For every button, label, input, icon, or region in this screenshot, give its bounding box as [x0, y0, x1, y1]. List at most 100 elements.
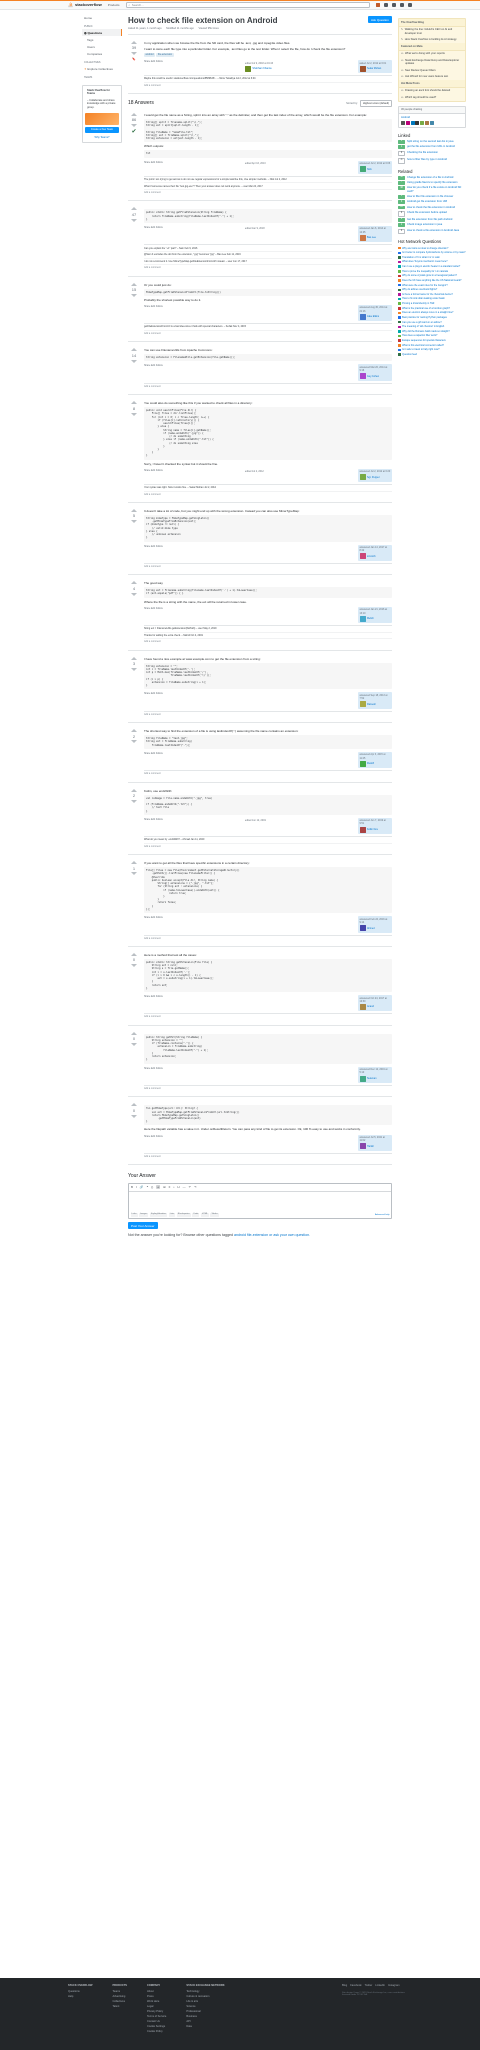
tag[interactable]: file-extension: [156, 52, 174, 58]
editor-tool-icon[interactable]: ↷: [194, 1185, 197, 1189]
social-link[interactable]: Facebook: [350, 1984, 361, 1988]
user-name[interactable]: Sekar Mohan: [367, 67, 381, 70]
footer-link[interactable]: Cookie Settings: [147, 2025, 166, 2029]
add-comment-link[interactable]: Add a comment: [144, 191, 392, 194]
advanced-help-link[interactable]: Advanced help: [375, 1214, 389, 1217]
hnq-link[interactable]: How does a capacitor filter work?: [402, 334, 437, 337]
linked-link[interactable]: Split string on the second last dot in j…: [407, 140, 453, 144]
downvote-icon[interactable]: [131, 1043, 137, 1047]
hnq-item[interactable]: Does an electron always move in a straig…: [398, 311, 466, 314]
related-link[interactable]: How to check the file extension in Andro…: [407, 206, 455, 210]
blog-item[interactable]: ▭ Which tag should be used?: [399, 94, 465, 101]
avatar[interactable]: [359, 760, 366, 767]
user-name[interactable]: Harish: [367, 1145, 374, 1148]
post-actions[interactable]: Share Edit Follow: [144, 226, 163, 229]
upvote-icon[interactable]: [131, 508, 137, 512]
avatar[interactable]: [415, 121, 420, 125]
user-name[interactable]: Rudolf: [367, 762, 374, 765]
hnq-link[interactable]: What does 'Soyons méchants' mean here?: [402, 260, 447, 263]
avatar[interactable]: [244, 65, 251, 72]
post-answer-button[interactable]: Post Your Answer: [128, 1222, 158, 1230]
hnq-item[interactable]: The meaning of 'old chestnut' in English: [398, 325, 466, 328]
hnq-item[interactable]: Question feed: [398, 353, 466, 356]
footer-link[interactable]: Teams: [112, 1990, 127, 1994]
related-item[interactable]: 38 How do you check if a file exists on A…: [398, 186, 466, 193]
hnq-item[interactable]: Why are trains so slow to change directi…: [398, 247, 466, 250]
hnq-item[interactable]: Why do some crystals grow in a hexagonal…: [398, 274, 466, 277]
editor-tool-icon[interactable]: ⊞: [163, 1185, 166, 1189]
upvote-icon[interactable]: [131, 656, 137, 660]
post-actions[interactable]: Share Edit Follow: [144, 995, 163, 998]
footer-link[interactable]: Work Here: [147, 2000, 166, 2004]
hnq-item[interactable]: How to fix sink drain leaking under basi…: [398, 297, 466, 300]
avatar[interactable]: [359, 166, 366, 173]
post-actions[interactable]: Share Edit Follow: [144, 1135, 163, 1138]
hnq-link[interactable]: What is this electrical connector called…: [402, 344, 444, 347]
ask-question-button[interactable]: Ask Question: [368, 16, 392, 24]
hnq-item[interactable]: What does 'Soyons méchants' mean here?: [398, 260, 466, 263]
editor-tool-icon[interactable]: 🖼: [156, 1185, 160, 1189]
why-teams-link[interactable]: Why Teams?: [85, 134, 119, 141]
user-name[interactable]: Guy Cohen: [367, 375, 379, 378]
add-comment-link[interactable]: Add a comment: [144, 640, 392, 643]
nav-tags[interactable]: Tags: [82, 36, 122, 43]
user-name[interactable]: Bao Lee: [367, 236, 376, 239]
hnq-item[interactable]: Best practice for naming Python packages: [398, 316, 466, 319]
related-item[interactable]: 3 Android get file extension from URI: [398, 200, 466, 204]
products-nav[interactable]: Products: [108, 3, 120, 7]
hnq-item[interactable]: Escape sequences for special characters: [398, 339, 466, 342]
nav-home[interactable]: Home: [82, 14, 122, 21]
avatar[interactable]: [359, 1075, 366, 1082]
avatar[interactable]: [359, 1003, 366, 1010]
downvote-icon[interactable]: [131, 799, 137, 803]
chat-room[interactable]: Android: [401, 116, 463, 120]
help-chip[interactable]: HTML: [200, 1212, 209, 1217]
social-link[interactable]: Instagram: [388, 1984, 400, 1988]
downvote-icon[interactable]: [131, 668, 137, 672]
ask-own-question-link[interactable]: or ask your own question.: [269, 1233, 310, 1237]
editor-tool-icon[interactable]: {}: [151, 1185, 153, 1189]
post-actions[interactable]: Share Edit Follow: [144, 161, 163, 164]
footer-link[interactable]: API: [186, 2020, 224, 2024]
downvote-icon[interactable]: [131, 740, 137, 744]
avatar[interactable]: [359, 313, 366, 320]
hnq-link[interactable]: Why did the Romans build roads so straig…: [402, 330, 450, 333]
tag[interactable]: android: [144, 52, 155, 58]
footer-link[interactable]: Talent: [112, 2005, 127, 2009]
footer-link[interactable]: About: [147, 1990, 166, 1994]
avatar[interactable]: [405, 121, 410, 125]
upvote-icon[interactable]: [131, 348, 137, 352]
editor-tool-icon[interactable]: B: [131, 1185, 133, 1189]
related-item[interactable]: 0 Check file extension before upload: [398, 210, 466, 217]
editor-tool-icon[interactable]: H: [177, 1185, 179, 1189]
upvote-icon[interactable]: [131, 729, 137, 733]
editor-tool-icon[interactable]: 🔗: [140, 1185, 144, 1189]
user-name[interactable]: Ahmed: [367, 927, 375, 930]
post-actions[interactable]: Share Edit Follow: [144, 1067, 163, 1070]
hnq-item[interactable]: How to prove the inequality for n in nat…: [398, 270, 466, 273]
user-name[interactable]: Shubham Khanna: [252, 67, 271, 70]
post-actions[interactable]: Share Edit Follow: [144, 364, 163, 367]
downvote-icon[interactable]: [131, 218, 137, 222]
nav-users[interactable]: Users: [82, 43, 122, 50]
avatar[interactable]: [429, 121, 434, 125]
hnq-link[interactable]: Question feed: [402, 353, 417, 356]
help-chip[interactable]: Tables: [210, 1212, 219, 1217]
post-actions[interactable]: Share Edit Follow: [144, 545, 163, 548]
linked-item[interactable]: 0 Checking the file extension: [398, 150, 466, 157]
help-icon[interactable]: [400, 3, 404, 7]
hnq-link[interactable]: Does an electron always move in a straig…: [402, 311, 453, 314]
upvote-icon[interactable]: [131, 112, 137, 116]
add-comment-link[interactable]: Add a comment: [144, 493, 392, 496]
footer-link[interactable]: Questions: [68, 1990, 92, 1994]
help-chip[interactable]: Blockquotes: [176, 1212, 191, 1217]
linked-link[interactable]: Checking the file extension: [407, 151, 438, 155]
footer-link[interactable]: Advertising: [112, 1995, 127, 1999]
site-logo[interactable]: stackoverflow: [68, 2, 102, 8]
post-actions[interactable]: Share Edit Follow: [144, 305, 163, 308]
related-item[interactable]: 1 Check image extension in java: [398, 223, 466, 228]
footer-link[interactable]: Privacy Policy: [147, 2010, 166, 2014]
add-comment-link[interactable]: Add a comment: [144, 845, 392, 848]
related-item[interactable]: 5 How to filter file extension in file ch…: [398, 195, 466, 199]
downvote-icon[interactable]: [131, 52, 137, 56]
